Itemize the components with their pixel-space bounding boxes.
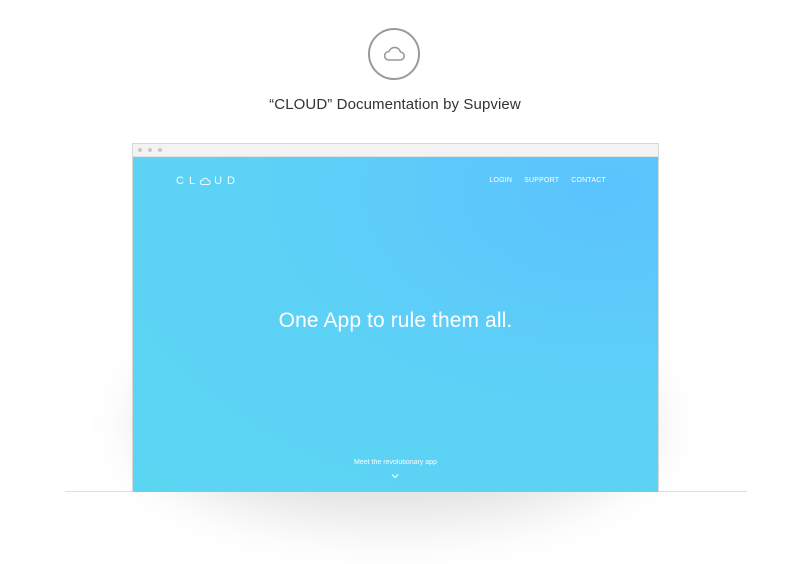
logo-text-right: UD [214,175,240,187]
hero-tagline[interactable]: Meet the revolutionary app [133,459,658,466]
nav-login-link[interactable]: LOGIN [489,177,512,184]
window-dot-minimize[interactable] [148,148,152,152]
nav-contact-link[interactable]: CONTACT [571,177,606,184]
site-logo[interactable]: CL UD [176,175,240,187]
chevron-down-icon[interactable] [391,473,399,479]
window-dot-close[interactable] [138,148,142,152]
browser-toolbar [133,144,658,157]
browser-window: CL UD LOGIN SUPPORT CONTACT One App to r… [132,143,659,492]
window-dot-maximize[interactable] [158,148,162,152]
site-nav: LOGIN SUPPORT CONTACT [489,177,606,184]
cloud-logo-circle [368,28,420,80]
logo-cloud-icon [199,177,211,185]
nav-support-link[interactable]: SUPPORT [524,177,559,184]
cloud-icon [383,46,406,61]
logo-text-left: CL [176,175,201,187]
hero-headline: One App to rule them all. [278,309,513,332]
hero-section: CL UD LOGIN SUPPORT CONTACT One App to r… [133,157,658,492]
page-title: “CLOUD” Documentation by Supview [269,96,521,113]
